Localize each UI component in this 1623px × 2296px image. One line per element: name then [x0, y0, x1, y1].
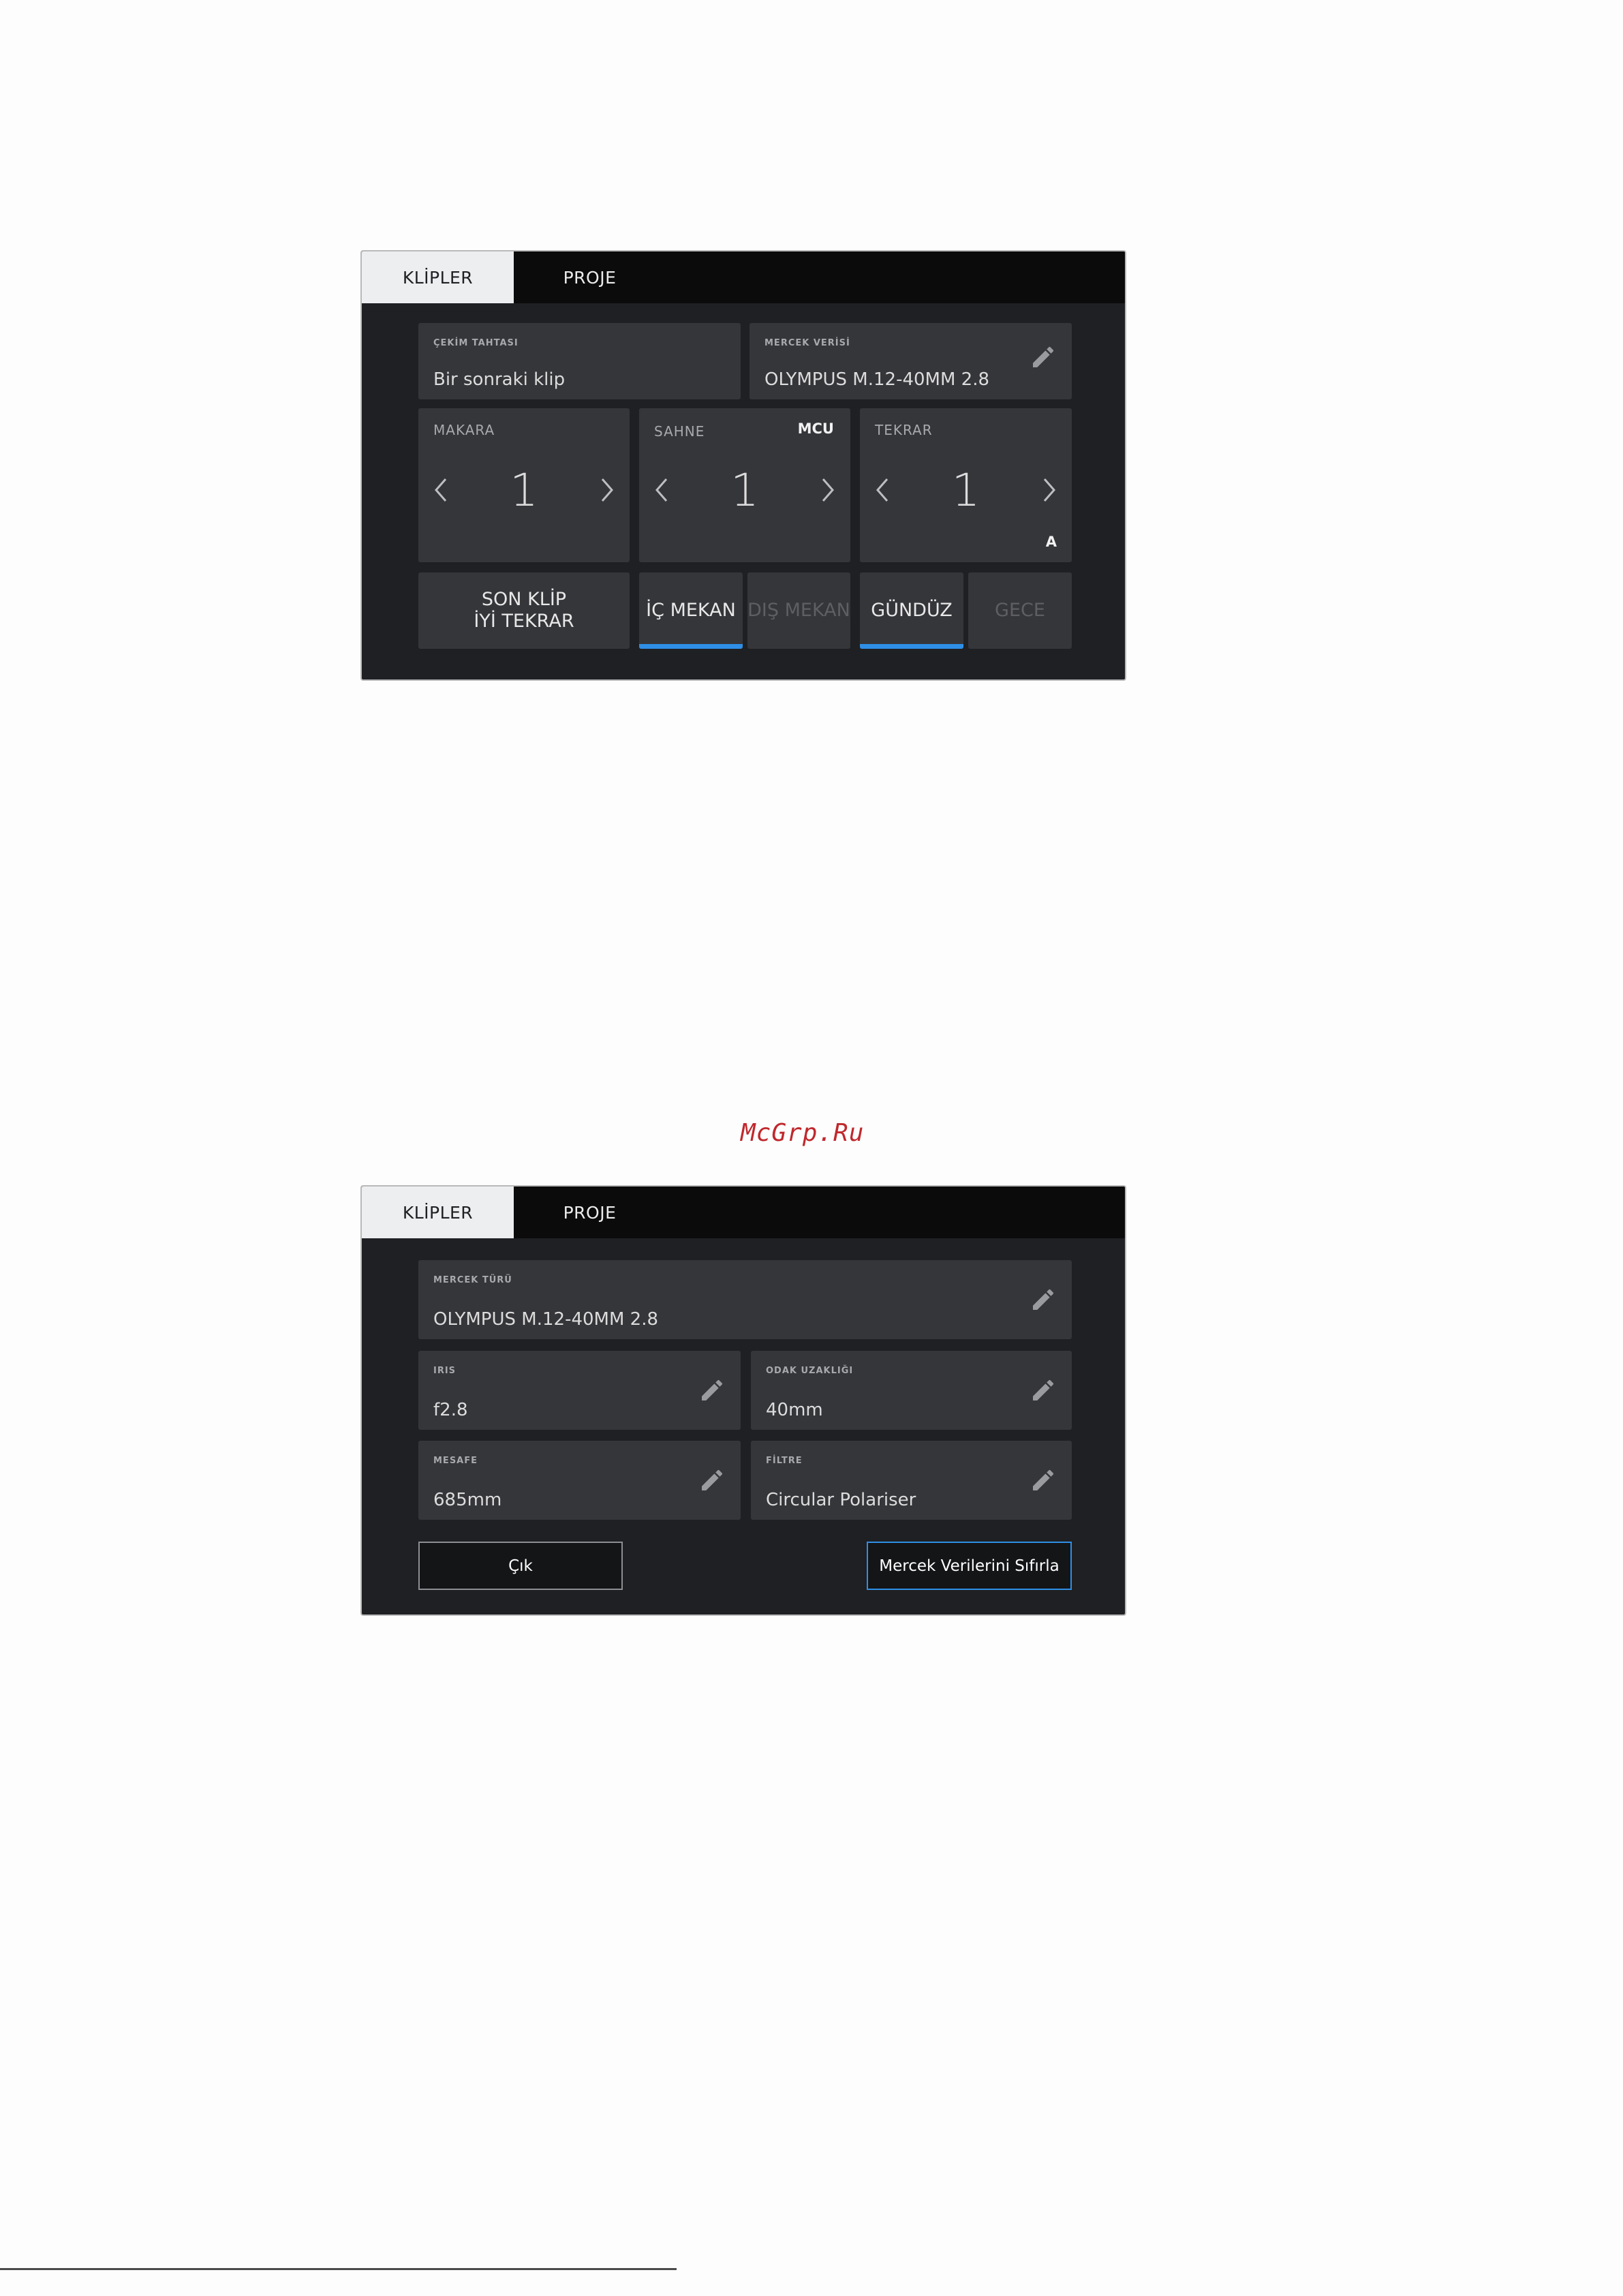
chevron-right-icon[interactable] — [818, 476, 838, 504]
scene-shot-type-badge[interactable]: MCU — [798, 420, 834, 437]
filter-value: Circular Polariser — [766, 1490, 916, 1510]
scene-caption: SAHNE — [654, 423, 705, 440]
iris-caption: IRIS — [433, 1366, 457, 1376]
day-toggle[interactable]: GÜNDÜZ — [860, 572, 963, 649]
interior-toggle[interactable]: İÇ MEKAN — [639, 572, 743, 649]
clips-screen-lens-data: KLİPLER PROJE MERCEK TÜRÜ OLYMPUS M.12-4… — [360, 1185, 1126, 1616]
chevron-right-icon[interactable] — [1039, 476, 1060, 504]
exterior-toggle[interactable]: DIŞ MEKAN — [747, 572, 850, 649]
chevron-right-icon[interactable] — [597, 476, 617, 504]
tab-project[interactable]: PROJE — [514, 1187, 666, 1238]
night-toggle[interactable]: GECE — [968, 572, 1072, 649]
tab-bar: KLİPLER PROJE — [362, 251, 1125, 303]
lens-type-value: OLYMPUS M.12-40MM 2.8 — [433, 1309, 659, 1330]
focal-length-field[interactable]: ODAK UZAKLIĞI 40mm — [751, 1351, 1072, 1430]
day-label: GÜNDÜZ — [871, 600, 953, 621]
lens-type-field[interactable]: MERCEK TÜRÜ OLYMPUS M.12-40MM 2.8 — [418, 1260, 1072, 1339]
good-take-button[interactable]: SON KLİP İYİ TEKRAR — [418, 572, 630, 649]
tab-bar: KLİPLER PROJE — [362, 1187, 1125, 1238]
pencil-icon[interactable] — [698, 1377, 726, 1404]
pencil-icon[interactable] — [698, 1467, 726, 1494]
take-caption: TEKRAR — [875, 422, 933, 438]
slate-field[interactable]: ÇEKİM TAHTASI Bir sonraki klip — [418, 323, 741, 399]
lens-type-caption: MERCEK TÜRÜ — [433, 1275, 512, 1285]
watermark-text: McGrp.Ru — [741, 1119, 865, 1147]
day-active-indicator — [860, 644, 963, 649]
lens-data-value: OLYMPUS M.12-40MM 2.8 — [764, 369, 990, 390]
pencil-icon[interactable] — [1030, 1286, 1057, 1313]
pencil-icon[interactable] — [1030, 1377, 1057, 1404]
pencil-icon[interactable] — [1030, 1467, 1057, 1494]
reel-stepper[interactable]: MAKARA 1 — [418, 408, 630, 562]
interior-active-indicator — [639, 644, 743, 649]
lens-data-field[interactable]: MERCEK VERİSİ OLYMPUS M.12-40MM 2.8 — [749, 323, 1072, 399]
reel-caption: MAKARA — [433, 422, 495, 438]
distance-value: 685mm — [433, 1490, 502, 1510]
lens-data-caption: MERCEK VERİSİ — [764, 338, 850, 348]
interior-label: İÇ MEKAN — [646, 600, 736, 621]
tab-clips[interactable]: KLİPLER — [362, 1187, 514, 1238]
pencil-icon[interactable] — [1030, 343, 1057, 371]
footer-rule — [0, 2268, 677, 2270]
reset-lens-data-button[interactable]: Mercek Verilerini Sıfırla — [867, 1542, 1072, 1590]
exit-button[interactable]: Çık — [418, 1542, 623, 1590]
focal-length-value: 40mm — [766, 1400, 823, 1420]
slate-caption: ÇEKİM TAHTASI — [433, 338, 519, 348]
clips-screen-slate: KLİPLER PROJE ÇEKİM TAHTASI Bir sonraki … — [360, 250, 1126, 681]
slate-value: Bir sonraki klip — [433, 369, 566, 390]
tab-project[interactable]: PROJE — [514, 251, 666, 303]
iris-value: f2.8 — [433, 1400, 468, 1420]
distance-caption: MESAFE — [433, 1456, 478, 1466]
focal-length-caption: ODAK UZAKLIĞI — [766, 1366, 854, 1376]
night-label: GECE — [995, 600, 1045, 621]
exterior-label: DIŞ MEKAN — [747, 600, 850, 621]
scene-stepper[interactable]: SAHNE MCU 1 — [639, 408, 850, 562]
take-letter-badge[interactable]: A — [1046, 534, 1057, 550]
filter-field[interactable]: FİLTRE Circular Polariser — [751, 1441, 1072, 1520]
filter-caption: FİLTRE — [766, 1456, 803, 1466]
tab-clips[interactable]: KLİPLER — [362, 251, 514, 303]
distance-field[interactable]: MESAFE 685mm — [418, 1441, 741, 1520]
iris-field[interactable]: IRIS f2.8 — [418, 1351, 741, 1430]
take-stepper[interactable]: TEKRAR 1 A — [860, 408, 1072, 562]
